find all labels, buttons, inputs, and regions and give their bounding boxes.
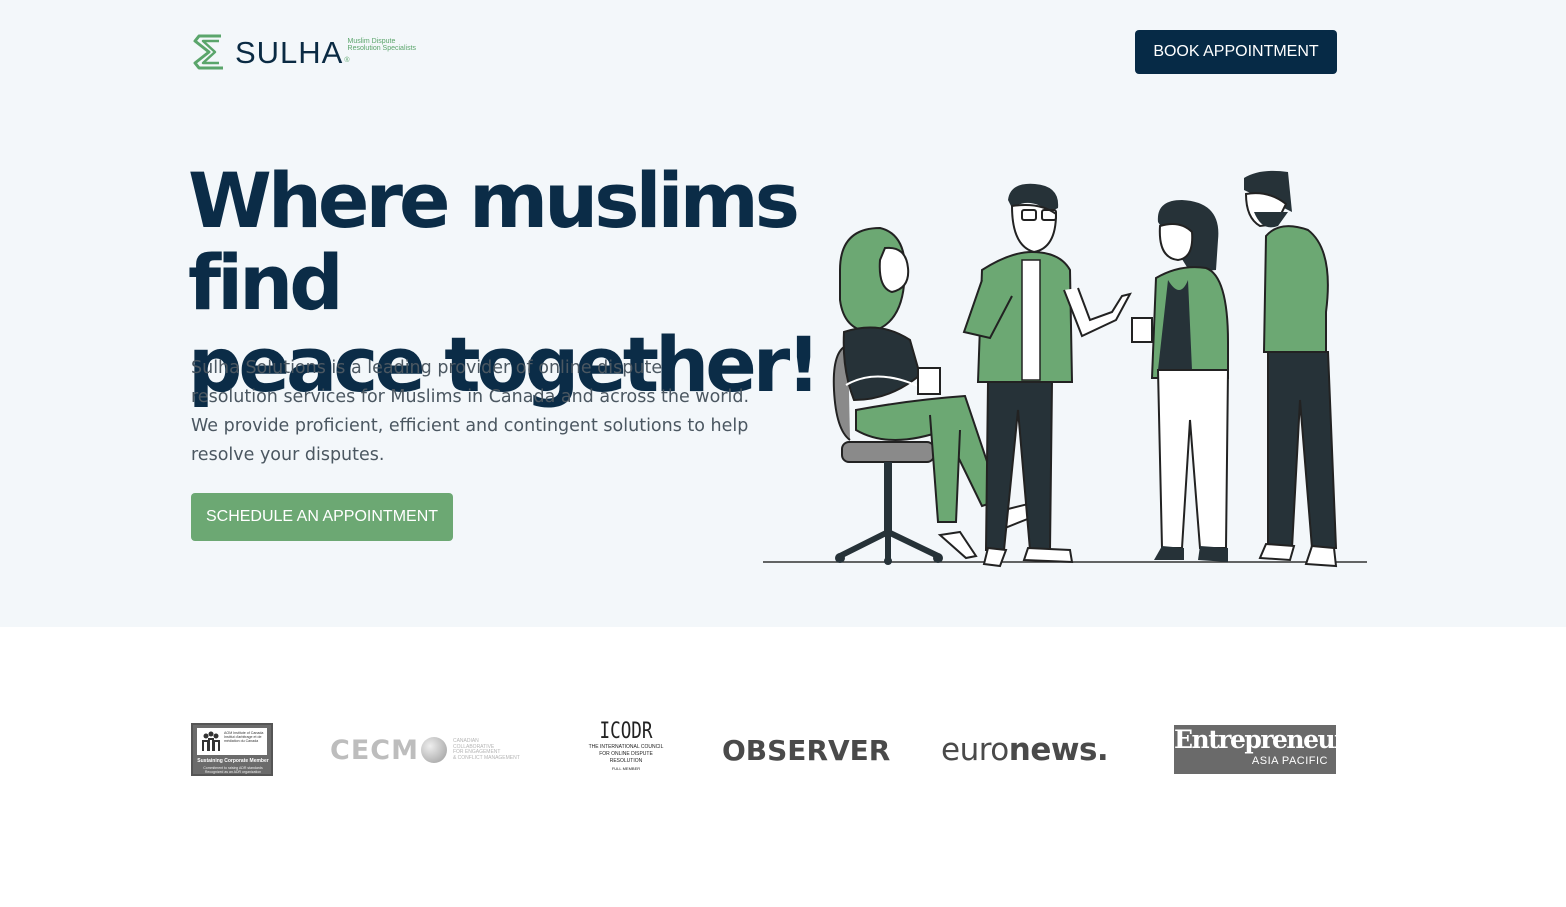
hero-section: SULHA ® Muslim Dispute Resolution Specia… xyxy=(0,0,1566,627)
aom-institute-logo[interactable]: AOM Institute of Canada Institut d'arbit… xyxy=(191,723,273,776)
icodr-sub-3: FULL MEMBER xyxy=(611,766,641,771)
woman-with-mug-figure xyxy=(1131,200,1230,562)
sulha-logo[interactable]: SULHA ® Muslim Dispute Resolution Specia… xyxy=(191,32,416,72)
logo-tagline-line1: Muslim Dispute xyxy=(347,38,396,45)
hero-description: Sulha Solutions is a leading provider of… xyxy=(191,358,750,465)
cecm-globe-icon xyxy=(420,737,447,763)
euronews-part-2: news. xyxy=(1008,732,1109,768)
aom-line-3: médiation du Canada xyxy=(224,739,259,744)
bearded-man-figure xyxy=(1244,170,1338,568)
icodr-logo[interactable]: ICODR THE INTERNATIONAL COUNCIL FOR ONLI… xyxy=(586,720,666,780)
aom-logo-panel: AOM Institute of Canada Institut d'arbit… xyxy=(197,728,267,755)
cecm-logo[interactable]: CECM CANADIAN COLLABORATIVE FOR ENGAGEME… xyxy=(330,730,530,770)
logo-tagline: Muslim Dispute Resolution Specialists xyxy=(348,38,416,52)
cecm-wordmark: CECM xyxy=(330,734,419,766)
aom-text-block: AOM Institute of Canada Institut d'arbit… xyxy=(224,731,263,744)
euronews-logo[interactable]: euronews. xyxy=(941,732,1109,768)
entrepreneur-wordmark: Entrepreneur xyxy=(1174,725,1347,754)
glasses-man-figure xyxy=(962,183,1132,568)
cecm-tag-4: & CONFLICT MANAGEMENT xyxy=(452,754,520,761)
euronews-part-1: euro xyxy=(941,732,1009,768)
schedule-appointment-button[interactable]: SCHEDULE AN APPOINTMENT xyxy=(191,493,453,541)
logo-registered-mark: ® xyxy=(344,57,350,64)
aom-member-text: Sustaining Corporate Member xyxy=(197,758,269,764)
logo-tagline-line2: Resolution Specialists xyxy=(347,45,417,52)
observer-logo[interactable]: OBSERVER xyxy=(722,734,890,767)
entrepreneur-subtitle: ASIA PACIFIC xyxy=(1251,755,1328,767)
partner-logos-row: AOM Institute of Canada Institut d'arbit… xyxy=(0,700,1566,800)
icodr-wordmark: ICODR xyxy=(599,719,653,744)
book-appointment-button[interactable]: BOOK APPOINTMENT xyxy=(1135,30,1337,74)
logo-wordmark: SULHA xyxy=(234,34,344,70)
sulha-logo-icon xyxy=(193,34,223,70)
icodr-sub-1: THE INTERNATIONAL COUNCIL xyxy=(588,744,664,750)
people-conversation-illustration xyxy=(763,170,1367,568)
cecm-tagline: CANADIAN COLLABORATIVE FOR ENGAGEMENT & … xyxy=(452,738,520,761)
entrepreneur-logo[interactable]: Entrepreneur ASIA PACIFIC xyxy=(1174,725,1347,774)
aom-people-icon xyxy=(202,731,220,751)
aom-note-block: Commitment to raising ADR standards Reco… xyxy=(196,766,270,774)
aom-note-2: Recognized as an ADR organization xyxy=(204,770,262,774)
icodr-sub-2: FOR ONLINE DISPUTE RESOLUTION xyxy=(599,751,653,764)
